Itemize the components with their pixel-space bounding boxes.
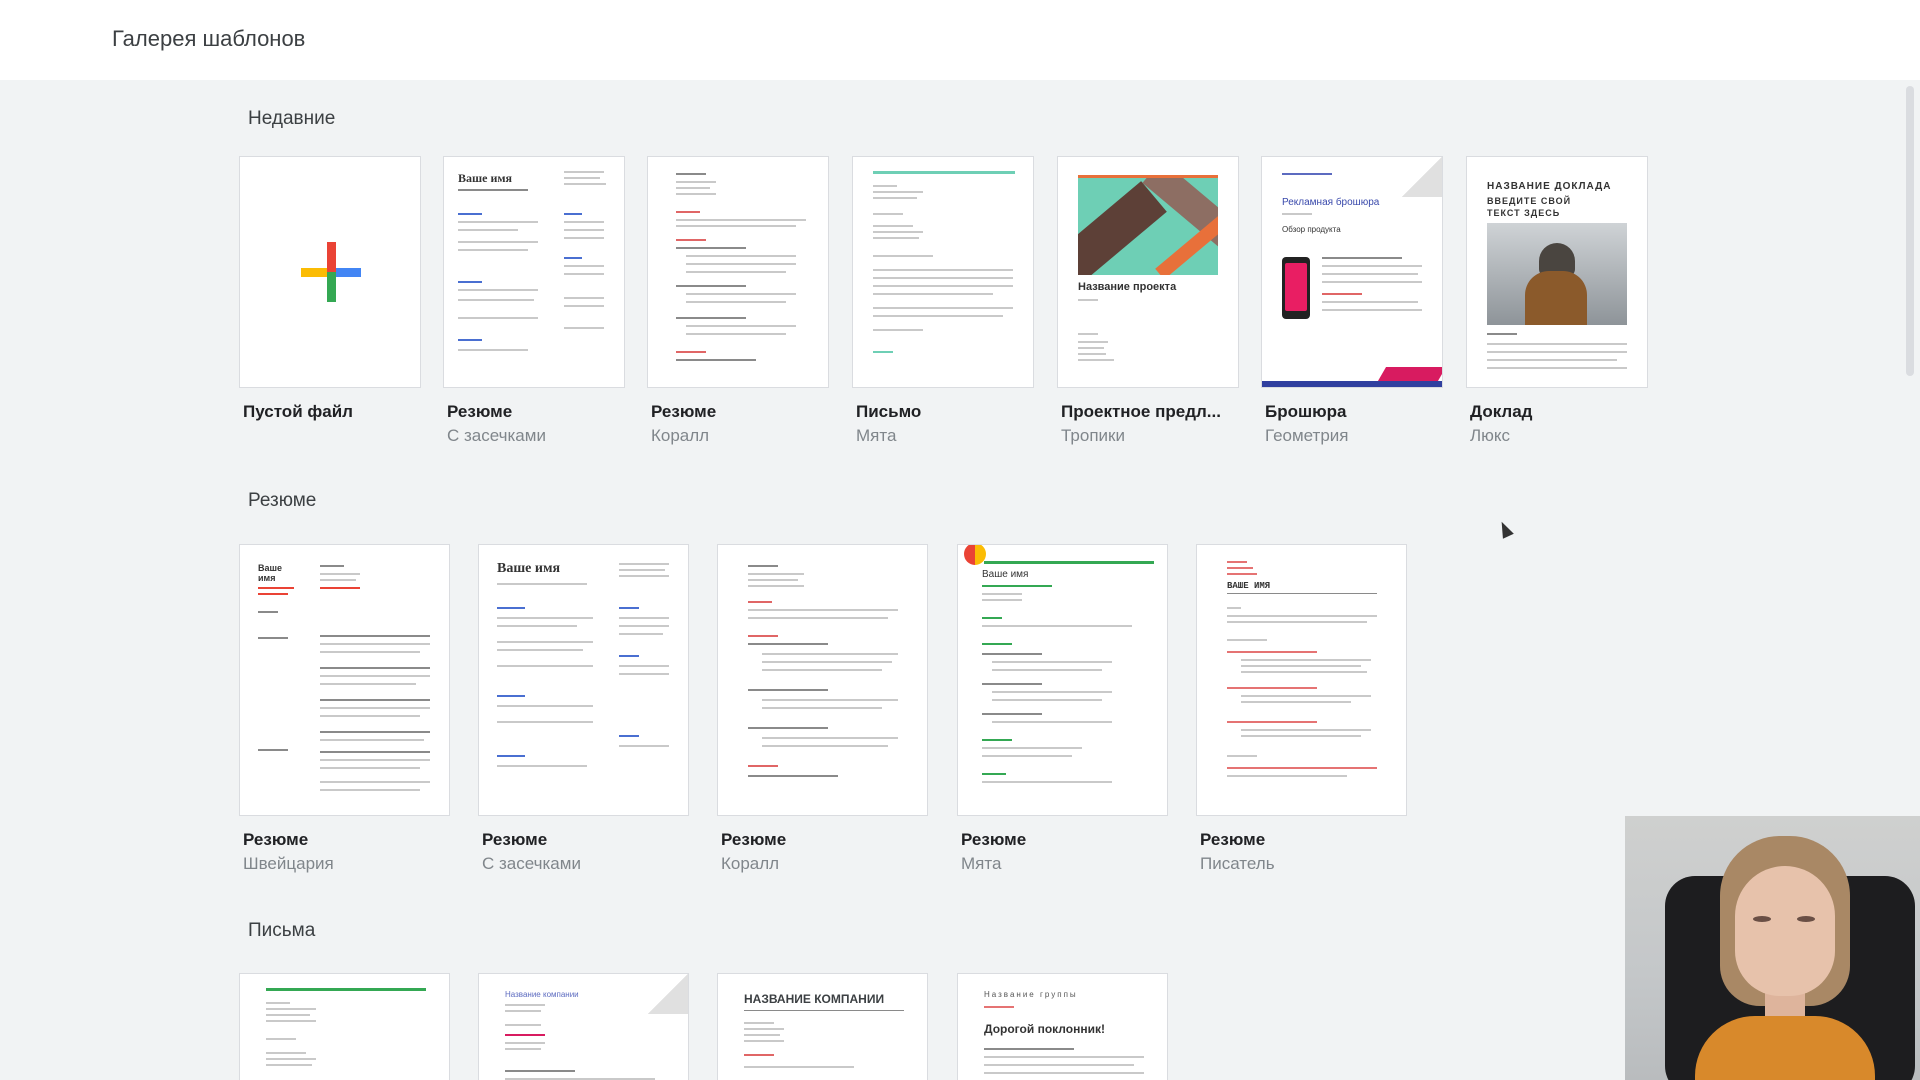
template-name: Резюме <box>482 830 548 849</box>
template-name: Письмо <box>856 402 922 421</box>
preview-heading: Ваше имя <box>497 561 561 576</box>
presenter-shirt <box>1695 1016 1875 1080</box>
template-card-resume-coral-2[interactable]: Резюме Коралл <box>717 544 928 873</box>
template-style: Коралл <box>721 854 780 873</box>
template-name: Доклад <box>1470 402 1533 421</box>
template-name: Резюме <box>447 402 513 421</box>
template-card-letter-3[interactable]: НАЗВАНИЕ КОМПАНИИ <box>717 973 928 1080</box>
template-name: Резюме <box>651 402 717 421</box>
template-style: Мята <box>961 854 1002 873</box>
preview-heading: Рекламная брошюра <box>1282 197 1380 208</box>
template-style: Люкс <box>1470 426 1511 445</box>
template-style: Швейцария <box>243 854 334 873</box>
template-name: Резюме <box>1200 830 1266 849</box>
template-name: Проектное предл... <box>1061 402 1221 421</box>
template-style: Тропики <box>1061 426 1125 445</box>
template-card-brochure[interactable]: Рекламная брошюра Обзор продукта Брошюра… <box>1261 156 1443 446</box>
template-card-resume-serif-2[interactable]: Ваше имя Резюме С засечками <box>478 544 689 873</box>
template-card-resume-writer[interactable]: ВАШЕ ИМЯ Резюме Писатель <box>1196 544 1407 873</box>
preview-heading: Ваше имя <box>258 563 283 583</box>
template-card-resume-coral[interactable]: Резюме Коралл <box>647 156 829 446</box>
template-card-resume-swiss[interactable]: Ваше имя Резюме Швейцария <box>239 544 450 873</box>
preview-heading: ВАШЕ ИМЯ <box>1227 581 1271 591</box>
page-title: Галерея шаблонов <box>112 26 306 51</box>
section-title-resume: Резюме <box>248 490 317 511</box>
preview-heading: Название проекта <box>1078 281 1177 293</box>
template-style: С засечками <box>447 426 546 445</box>
template-thumbnail[interactable]: Ваше имя <box>957 544 1168 816</box>
report-photo <box>1487 223 1627 325</box>
preview-subheading: Обзор продукта <box>1282 225 1341 234</box>
template-card-resume-mint[interactable]: Ваше имя Резюме Мята <box>957 544 1168 873</box>
mint-dot-graphic <box>964 545 986 565</box>
template-card-letter-4[interactable]: Название группы Дорогой поклонник! <box>957 973 1168 1080</box>
preview-subheading: Дорогой поклонник! <box>984 1022 1105 1036</box>
phone-graphic <box>1282 257 1310 319</box>
template-name: Резюме <box>721 830 787 849</box>
presenter-face <box>1735 866 1835 996</box>
preview-subheading: ВВЕДИТЕ СВОЙ ТЕКСТ ЗДЕСЬ <box>1487 196 1572 218</box>
preview-heading: НАЗВАНИЕ ДОКЛАДА <box>1487 181 1612 192</box>
template-name: Брошюра <box>1265 402 1347 421</box>
template-name: Резюме <box>961 830 1027 849</box>
template-thumbnail[interactable] <box>239 156 421 388</box>
plus-icon <box>301 242 361 302</box>
presenter-eye <box>1753 916 1771 922</box>
preview-heading: Название компании <box>505 990 579 999</box>
template-style: Геометрия <box>1265 426 1349 445</box>
template-style: Мята <box>856 426 897 445</box>
scrollbar[interactable] <box>1906 86 1914 376</box>
template-card-resume-serif[interactable]: Ваше имя Резюме С засечками <box>443 156 625 446</box>
template-card-blank[interactable]: Пустой файл <box>239 156 421 446</box>
tropics-graphic <box>1078 175 1218 275</box>
template-thumbnail[interactable]: НАЗВАНИЕ ДОКЛАДА ВВЕДИТЕ СВОЙ ТЕКСТ ЗДЕС… <box>1466 156 1648 388</box>
template-card-letter-2[interactable]: Название компании <box>478 973 689 1080</box>
template-thumbnail[interactable] <box>852 156 1034 388</box>
template-thumbnail[interactable]: Название группы Дорогой поклонник! <box>957 973 1168 1080</box>
template-thumbnail[interactable] <box>647 156 829 388</box>
section-title-letters: Письма <box>248 920 316 941</box>
preview-heading: НАЗВАНИЕ КОМПАНИИ <box>744 992 885 1006</box>
template-thumbnail[interactable] <box>717 544 928 816</box>
template-thumbnail[interactable]: Ваше имя <box>239 544 450 816</box>
template-thumbnail[interactable]: Название проекта <box>1057 156 1239 388</box>
template-thumbnail[interactable]: НАЗВАНИЕ КОМПАНИИ <box>717 973 928 1080</box>
template-thumbnail[interactable]: Рекламная брошюра Обзор продукта <box>1261 156 1443 388</box>
template-card-project-proposal[interactable]: Название проекта Проектное предл... Троп… <box>1057 156 1239 446</box>
template-card-letter-1[interactable] <box>239 973 450 1080</box>
webcam-overlay <box>1625 816 1920 1080</box>
template-name: Пустой файл <box>243 402 353 421</box>
template-style: Коралл <box>651 426 710 445</box>
presenter-eye <box>1797 916 1815 922</box>
preview-heading: Ваше имя <box>458 171 513 185</box>
section-title-recent: Недавние <box>248 108 336 129</box>
template-thumbnail[interactable]: Ваше имя <box>478 544 689 816</box>
app-header: Галерея шаблонов <box>0 0 1920 80</box>
template-thumbnail[interactable]: Ваше имя <box>443 156 625 388</box>
template-card-report[interactable]: НАЗВАНИЕ ДОКЛАДА ВВЕДИТЕ СВОЙ ТЕКСТ ЗДЕС… <box>1466 156 1648 446</box>
template-thumbnail[interactable] <box>239 973 450 1080</box>
template-style: С засечками <box>482 854 581 873</box>
template-thumbnail[interactable]: Название компании <box>478 973 689 1080</box>
template-name: Резюме <box>243 830 309 849</box>
template-card-letter-mint[interactable]: Письмо Мята <box>852 156 1034 446</box>
preview-heading: Название группы <box>984 990 1078 999</box>
preview-heading: Ваше имя <box>982 569 1029 580</box>
template-style: Писатель <box>1200 854 1275 873</box>
template-thumbnail[interactable]: ВАШЕ ИМЯ <box>1196 544 1407 816</box>
